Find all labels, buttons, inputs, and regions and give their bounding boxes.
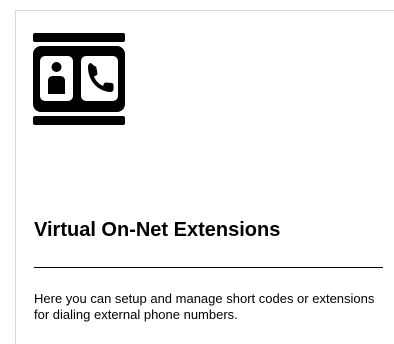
card-divider <box>34 267 383 268</box>
contact-phone-icon <box>33 33 125 125</box>
virtual-on-net-extensions-card[interactable]: Virtual On-Net Extensions Here you can s… <box>15 10 394 344</box>
card-title: Virtual On-Net Extensions <box>34 219 281 241</box>
card-description: Here you can setup and manage short code… <box>34 291 375 322</box>
